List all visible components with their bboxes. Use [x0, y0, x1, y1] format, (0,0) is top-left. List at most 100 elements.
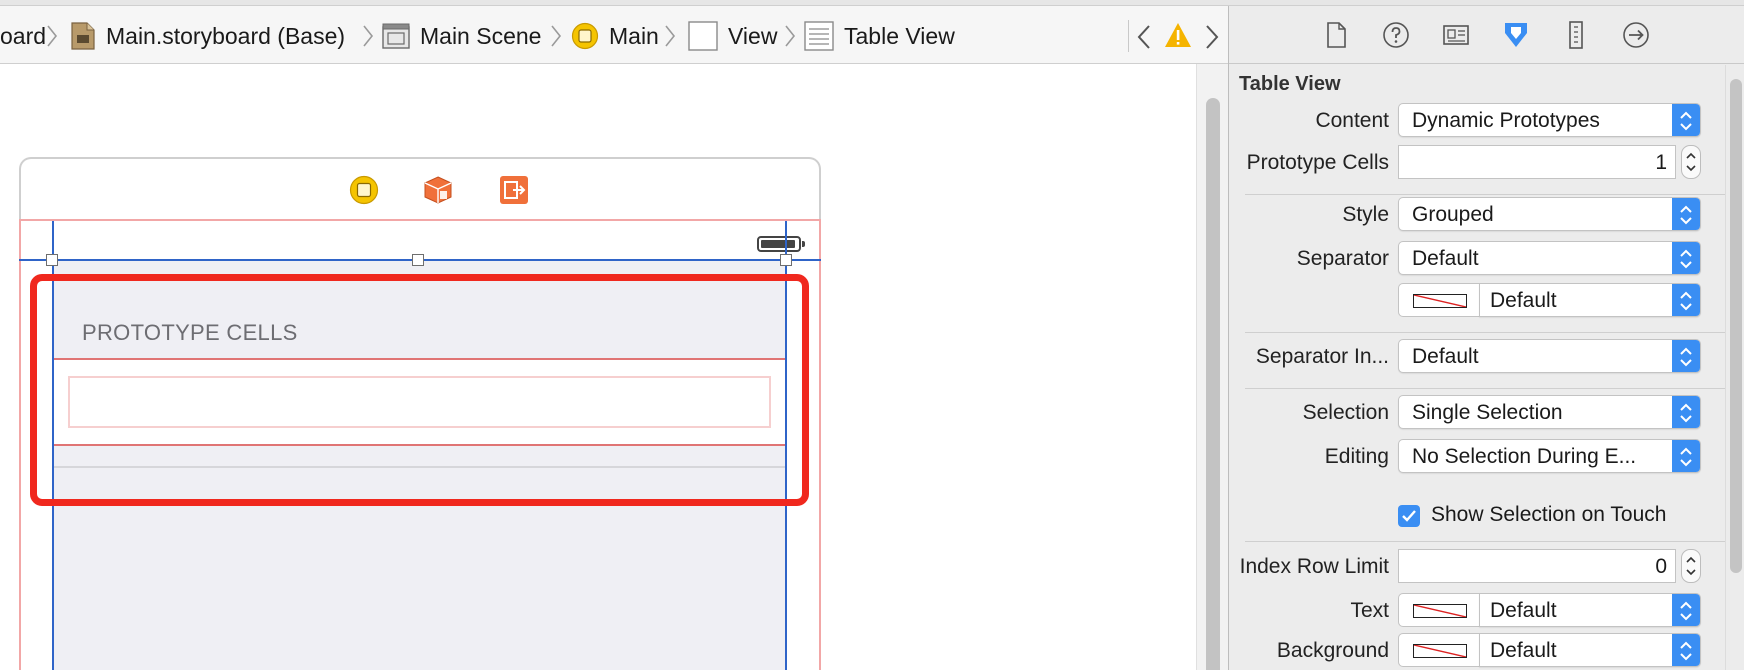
view-controller-icon[interactable]: [349, 175, 379, 205]
breadcrumb-item-storyboard-partial[interactable]: oard: [0, 21, 46, 51]
chevron-left-icon[interactable]: [1136, 24, 1152, 50]
prototype-cells-value: 1: [1655, 151, 1667, 174]
breadcrumb-label: Table View: [844, 23, 955, 49]
inspector-section-title: Table View: [1239, 73, 1341, 95]
separator-color-well[interactable]: [1398, 283, 1480, 317]
index-row-limit-stepper[interactable]: [1681, 549, 1701, 583]
text-color-value: Default: [1490, 599, 1557, 622]
editing-label-wrap: Editing: [1229, 439, 1389, 473]
selection-label-wrap: Selection: [1229, 395, 1389, 429]
selection-popup[interactable]: Single Selection: [1398, 395, 1701, 429]
separator-label-wrap: Separator: [1229, 241, 1389, 275]
popup-arrows-icon: [1672, 634, 1700, 666]
section-divider: [1245, 541, 1725, 542]
breadcrumb-label: View: [728, 23, 778, 49]
resize-handle-top-center[interactable]: [412, 254, 424, 266]
popup-arrows-icon: [1672, 396, 1700, 428]
view-controller-icon: [571, 22, 599, 50]
content-label: Content: [1315, 109, 1389, 132]
jump-bar: oard Main.storyboard (Base) Main Scene M…: [0, 6, 1228, 64]
separator-color-popup[interactable]: Default: [1479, 283, 1701, 317]
inspector-body: Table View Content Dynamic Prototypes Pr…: [1229, 65, 1744, 670]
quick-help-icon[interactable]: [1381, 20, 1411, 50]
popup-arrows-icon: [1672, 242, 1700, 274]
separator-inset-popup[interactable]: Default: [1398, 339, 1701, 373]
canvas-vertical-scrollbar[interactable]: [1196, 64, 1228, 670]
text-color-label-wrap: Text: [1229, 593, 1389, 627]
background-color-value: Default: [1490, 639, 1557, 662]
style-label: Style: [1342, 203, 1389, 226]
breadcrumb-item-main-controller[interactable]: Main: [571, 21, 659, 51]
prototype-cells-field[interactable]: 1: [1398, 145, 1676, 179]
text-color-label: Text: [1350, 599, 1389, 622]
breadcrumb-label: Main.storyboard (Base): [106, 23, 346, 49]
chevron-right-icon: [551, 25, 562, 47]
show-selection-label: Show Selection on Touch: [1431, 503, 1667, 526]
editing-popup[interactable]: No Selection During E...: [1398, 439, 1701, 473]
jump-bar-divider: [1128, 20, 1129, 52]
separator-inset-value: Default: [1412, 345, 1479, 368]
scrollbar-thumb[interactable]: [1206, 98, 1220, 670]
index-row-limit-label-wrap: Index Row Limit: [1229, 549, 1389, 583]
attributes-inspector: Table View Content Dynamic Prototypes Pr…: [1228, 6, 1744, 670]
popup-arrows-icon: [1672, 284, 1700, 316]
content-value: Dynamic Prototypes: [1412, 109, 1600, 132]
background-color-popup[interactable]: Default: [1479, 633, 1701, 667]
view-icon: [688, 21, 718, 51]
breadcrumb-item-view[interactable]: View: [688, 21, 777, 51]
chevron-right-icon[interactable]: [1204, 24, 1220, 50]
index-row-limit-field[interactable]: 0: [1398, 549, 1676, 583]
first-responder-icon[interactable]: [423, 175, 453, 205]
breadcrumb-item-main-storyboard[interactable]: Main.storyboard (Base): [70, 21, 345, 51]
resize-handle-top-right[interactable]: [780, 254, 792, 266]
identity-inspector-icon[interactable]: [1441, 20, 1471, 50]
prototype-cells-stepper[interactable]: [1681, 145, 1701, 179]
popup-arrows-icon: [1672, 594, 1700, 626]
popup-arrows-icon: [1672, 440, 1700, 472]
selection-value: Single Selection: [1412, 401, 1563, 424]
size-inspector-icon[interactable]: [1561, 20, 1591, 50]
resize-handle-top-left[interactable]: [46, 254, 58, 266]
inspector-vertical-scrollbar[interactable]: [1725, 65, 1744, 670]
separator-popup[interactable]: Default: [1398, 241, 1701, 275]
prototype-cells-label: Prototype Cells: [1246, 151, 1389, 174]
scrollbar-thumb[interactable]: [1730, 79, 1742, 573]
checkmark-icon: [1402, 510, 1416, 522]
show-selection-checkbox[interactable]: [1398, 505, 1420, 527]
editing-value: No Selection During E...: [1412, 445, 1637, 468]
connections-inspector-icon[interactable]: [1621, 20, 1651, 50]
file-inspector-icon[interactable]: [1321, 20, 1351, 50]
breadcrumb-label: Main Scene: [420, 23, 542, 49]
background-color-label-wrap: Background: [1229, 633, 1389, 667]
scene-icon: [382, 23, 410, 49]
popup-arrows-icon: [1672, 198, 1700, 230]
popup-arrows-icon: [1672, 340, 1700, 372]
clear-color-swatch: [1413, 294, 1467, 308]
text-color-well[interactable]: [1398, 593, 1480, 627]
attributes-inspector-icon[interactable]: [1501, 20, 1531, 50]
content-label-wrap: Content: [1229, 103, 1389, 137]
chevron-right-icon: [47, 25, 58, 47]
index-row-limit-label: Index Row Limit: [1239, 555, 1389, 578]
breadcrumb-item-main-scene[interactable]: Main Scene: [382, 21, 541, 51]
style-popup[interactable]: Grouped: [1398, 197, 1701, 231]
separator-inset-label-wrap: Separator In...: [1229, 339, 1389, 373]
scene-dock: [19, 157, 821, 221]
section-divider: [1245, 388, 1725, 389]
clear-color-swatch: [1413, 604, 1467, 618]
section-divider: [1245, 194, 1725, 195]
text-color-popup[interactable]: Default: [1479, 593, 1701, 627]
warning-icon[interactable]: [1164, 22, 1192, 48]
background-color-label: Background: [1276, 639, 1389, 662]
popup-arrows-icon: [1672, 104, 1700, 136]
breadcrumb-item-table-view[interactable]: Table View: [804, 21, 955, 51]
separator-label: Separator: [1296, 247, 1389, 270]
exit-icon[interactable]: [499, 175, 529, 205]
style-label-wrap: Style: [1229, 197, 1389, 231]
battery-icon: [757, 236, 805, 252]
storyboard-file-icon: [71, 22, 95, 50]
content-popup[interactable]: Dynamic Prototypes: [1398, 103, 1701, 137]
separator-value: Default: [1412, 247, 1479, 270]
style-value: Grouped: [1412, 203, 1494, 226]
background-color-well[interactable]: [1398, 633, 1480, 667]
